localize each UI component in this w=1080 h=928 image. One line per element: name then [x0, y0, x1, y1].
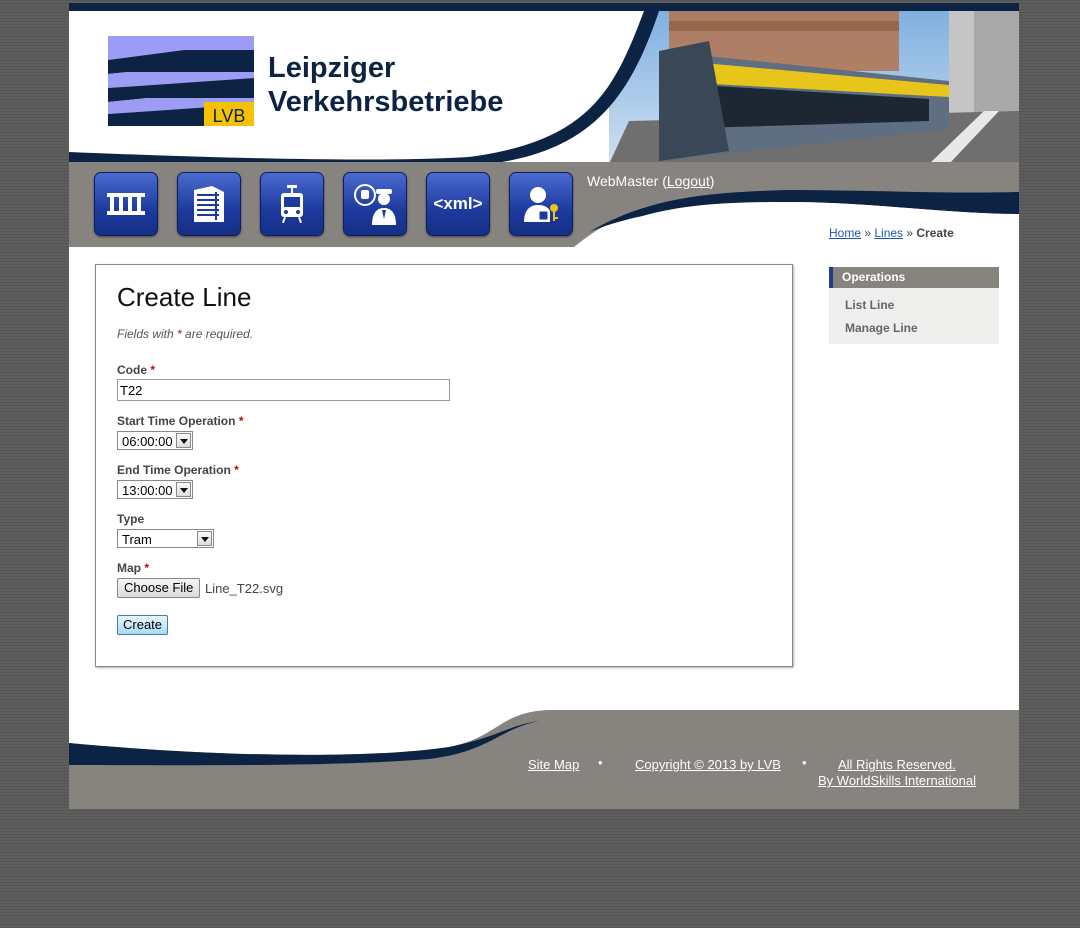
end-time-value: 13:00:00 — [122, 483, 173, 498]
note-prefix: Fields with — [117, 327, 178, 341]
start-time-select[interactable]: 06:00:00 — [117, 431, 193, 450]
selected-file-name: Line_T22.svg — [205, 581, 284, 596]
brand-line-2: Verkehrsbetriebe — [268, 86, 504, 118]
end-time-select[interactable]: 13:00:00 — [117, 480, 193, 499]
create-button[interactable]: Create — [117, 615, 169, 635]
rights-link[interactable]: All Rights Reserved. — [838, 757, 956, 772]
type-label-text: Type — [117, 512, 145, 526]
type-value: Tram — [122, 532, 152, 547]
operations-panel: Operations List Line Manage Line — [829, 267, 999, 344]
page-container: LVB Leipziger Verkehrsbetriebe <xml> Web… — [69, 3, 1019, 809]
username: WebMaster — [587, 173, 659, 189]
breadcrumb-sep: » — [861, 226, 875, 240]
note-suffix: are required. — [181, 327, 254, 341]
xml-icon: <xml> — [433, 194, 483, 213]
breadcrumb-current: Create — [916, 226, 954, 240]
sidebar-item-manage-line[interactable]: Manage Line — [845, 321, 918, 335]
code-label-text: Code — [117, 363, 147, 377]
choose-file-button[interactable]: Choose File — [117, 578, 201, 598]
end-time-label-text: End Time Operation — [117, 463, 231, 477]
breadcrumb: Home » Lines » Create — [829, 226, 954, 240]
logout-link[interactable]: Logout — [667, 173, 710, 189]
tram-icon — [277, 184, 307, 224]
lvb-logo: LVB — [108, 36, 254, 126]
header-banner: LVB Leipziger Verkehrsbetriebe — [69, 11, 1019, 164]
nav-user-keys-button[interactable] — [509, 172, 573, 236]
start-time-value: 06:00:00 — [122, 434, 173, 449]
user-keys-icon — [521, 184, 561, 224]
chevron-down-icon — [176, 433, 191, 448]
footer-bullet: • — [802, 755, 807, 770]
create-line-form: Create Line Fields with * are required. … — [95, 264, 793, 667]
end-time-label: End Time Operation * — [117, 463, 239, 477]
required-mark: * — [144, 561, 150, 575]
logo-text: LVB — [213, 106, 246, 126]
brand-line-1: Leipziger — [268, 52, 396, 84]
chevron-down-icon — [176, 482, 191, 497]
map-label: Map * — [117, 561, 149, 575]
top-bar — [69, 3, 1019, 11]
start-time-label: Start Time Operation * — [117, 414, 244, 428]
map-label-text: Map — [117, 561, 141, 575]
start-time-label-text: Start Time Operation — [117, 414, 236, 428]
brand-name: Leipziger Verkehrsbetriebe — [268, 51, 503, 119]
footer-bullet: • — [598, 755, 603, 770]
required-mark: * — [234, 463, 239, 477]
type-select[interactable]: Tram — [117, 529, 214, 548]
paren-close: ) — [709, 173, 715, 189]
required-mark: * — [150, 363, 156, 377]
nav-building-button[interactable] — [177, 172, 241, 236]
code-input[interactable] — [117, 379, 450, 401]
breadcrumb-lines[interactable]: Lines — [874, 226, 903, 240]
copyright-link[interactable]: Copyright © 2013 by LVB — [635, 757, 781, 772]
site-map-link[interactable]: Site Map — [528, 757, 579, 772]
required-mark: * — [238, 414, 244, 428]
nav-driver-button[interactable] — [343, 172, 407, 236]
nav-tram-button[interactable] — [260, 172, 324, 236]
required-note: Fields with * are required. — [117, 327, 253, 341]
sidebar-item-list-line[interactable]: List Line — [845, 298, 894, 312]
breadcrumb-sep: » — [903, 226, 917, 240]
paren-open: ( — [658, 173, 667, 189]
chevron-down-icon — [197, 531, 212, 546]
operations-title: Operations — [829, 267, 999, 288]
worldskills-link[interactable]: By WorldSkills International — [818, 773, 976, 788]
driver-icon — [353, 183, 397, 225]
type-label: Type — [117, 512, 144, 526]
nav-xml-button[interactable]: <xml> — [426, 172, 490, 236]
building-icon — [190, 184, 228, 224]
stops-icon — [106, 192, 146, 216]
page-title: Create Line — [117, 282, 252, 312]
user-info: WebMaster (Logout) — [587, 173, 714, 189]
code-label: Code * — [117, 363, 155, 377]
breadcrumb-home[interactable]: Home — [829, 226, 861, 240]
footer: Site Map • Copyright © 2013 by LVB • All… — [69, 707, 1019, 809]
nav-stops-button[interactable] — [94, 172, 158, 236]
